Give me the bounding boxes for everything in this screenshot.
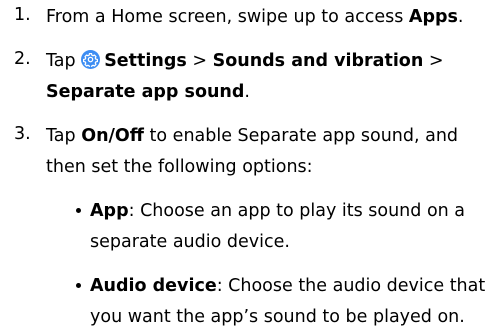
step-1-text: From a Home screen, swipe up to access [46, 7, 409, 27]
option-description: : Choose an app to play its sound on a [128, 201, 466, 221]
step-3-text-cont: to enable Separate app sound, and [143, 126, 459, 146]
step-2-text: Tap [46, 51, 82, 71]
on-off-label: On/Off [81, 126, 144, 146]
settings-gear-icon [81, 50, 101, 69]
option-title: App [90, 201, 129, 221]
sounds-vibration-label: Sounds and vibration [212, 51, 424, 71]
step-3-text: Tap [46, 126, 82, 146]
separator: > [423, 51, 444, 71]
option-text: Audio device: Choose the audio device th… [90, 271, 492, 333]
option-description-cont: you want the app’s sound to be played on… [90, 307, 465, 327]
apps-label: Apps [408, 7, 458, 27]
step-number: 2. [14, 49, 31, 69]
bullet-icon [76, 283, 81, 288]
step-text: Tap On/Off to enable Separate app sound,… [46, 121, 492, 183]
separator: > [186, 51, 213, 71]
option-description-cont: separate audio device. [90, 232, 290, 252]
step-3-line-2: then set the following options: [46, 157, 313, 177]
period: . [457, 7, 464, 27]
step-text: Tap Settings > Sounds and vibration > Se… [46, 46, 492, 108]
option-description: : Choose the audio device that [216, 276, 486, 296]
period: . [244, 82, 250, 102]
option-title: Audio device [90, 276, 217, 296]
separate-app-sound-label: Separate app sound [46, 82, 245, 102]
option-text: App: Choose an app to play its sound on … [90, 196, 492, 258]
bullet-icon [76, 208, 81, 213]
step-number: 3. [14, 124, 31, 144]
settings-label: Settings [104, 51, 187, 71]
step-text: From a Home screen, swipe up to access A… [46, 2, 492, 33]
instructions-document: 1. From a Home screen, swipe up to acces… [0, 0, 500, 336]
step-number: 1. [14, 5, 31, 25]
